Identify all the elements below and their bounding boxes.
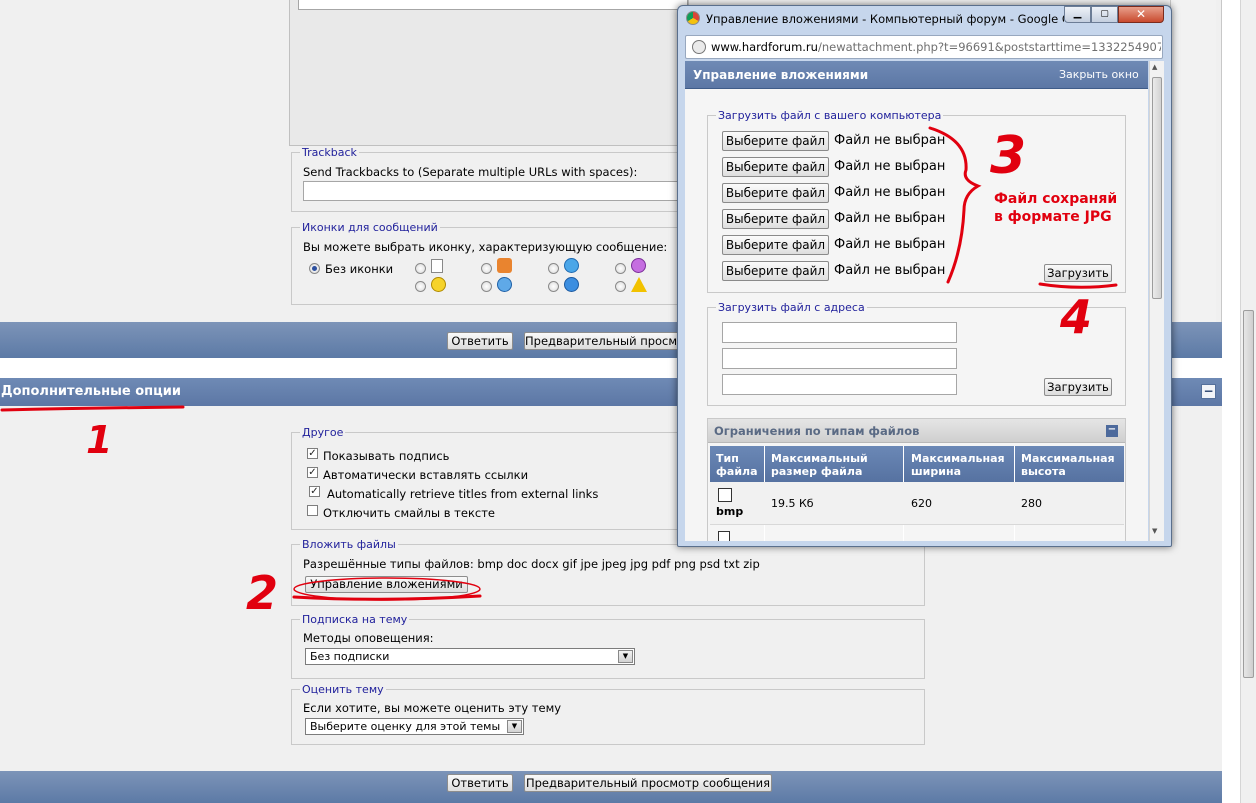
annotation-note-line1: Файл сохраняй [994,191,1118,207]
underline-upload-button [1038,282,1118,289]
annotation-number-4: 4 [1060,290,1093,344]
brace-file-buttons [928,126,982,284]
annotation-number-1: 1 [86,418,113,462]
annotation-note-line2: в формате JPG [994,209,1112,225]
red-annotations [0,126,1118,601]
underline-extra-options [0,405,185,412]
circle-manage-button [293,577,481,601]
annotation-number-3: 3 [990,126,1027,186]
annotation-number-2: 2 [246,566,279,620]
